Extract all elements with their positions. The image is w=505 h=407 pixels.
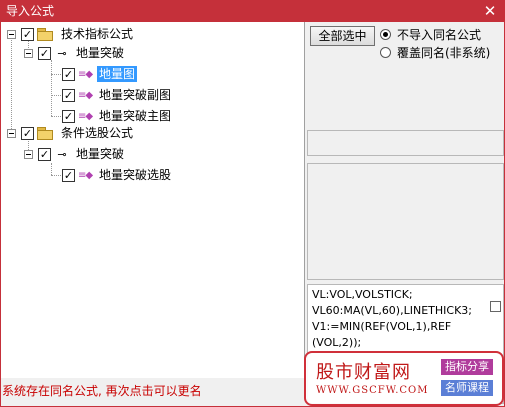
dialog-client-area: ✓ 技术指标公式 ✓ ⊸ 地量突破 ✓ ≡◆ 地量图 ✓ ≡◆ 地量突破副图 ✓… [1,22,504,406]
tree-node-label: 地量突破选股 [99,168,172,182]
collapse-toggle-icon[interactable] [7,29,16,39]
watermark-tag: 名师课程 [441,380,493,396]
code-line: V1:=MIN(REF(VOL,1),REF [312,320,452,333]
formula-icon: ≡◆ [78,68,93,80]
tree-line [51,95,61,96]
tree-node-formula-group[interactable]: ✓ ⊸ 地量突破 [24,145,126,163]
watermark-logo: 股市财富网 WWW.GSCFW.COM 指标分享 名师课程 [304,351,504,406]
key-icon: ⊸ [57,46,67,60]
tree-node-label: 地量突破 [76,46,125,60]
checkbox[interactable]: ✓ [21,126,34,140]
tree-node-formula[interactable]: ✓ ≡◆ 地量突破选股 [62,166,173,184]
tree-line [51,163,52,175]
checkbox[interactable]: ✓ [21,27,34,41]
collapse-toggle-icon[interactable] [24,149,33,159]
formula-description-box[interactable] [307,163,504,280]
radio-unselected-icon[interactable] [380,47,391,58]
code-line: (VOL,2)); [312,336,362,349]
tree-node-label: 地量图 [97,66,138,82]
folder-icon [37,28,53,41]
collapse-toggle-icon[interactable] [7,128,16,138]
window-title: 导入公式 [6,4,55,18]
code-line: VL:VOL,VOLSTICK; [312,288,413,301]
tree-node-label: 地量突破副图 [99,88,172,102]
key-icon: ⊸ [57,147,67,161]
options-panel: 全部选中 不导入同名公式 覆盖同名(非系统) VL:VOL,VOLSTICK; … [306,22,504,406]
tree-node-technical-indicators[interactable]: ✓ 技术指标公式 [7,25,135,43]
checkbox[interactable]: ✓ [62,109,75,123]
radio-label: 不导入同名公式 [397,28,482,42]
tree-node-stock-selection[interactable]: ✓ 条件选股公式 [7,124,135,142]
radio-label: 覆盖同名(非系统) [397,46,491,60]
formula-icon: ≡◆ [78,89,93,101]
formula-icon: ≡◆ [78,169,93,181]
code-line: VL60:MA(VL,60),LINETHICK3; [312,304,472,317]
title-bar: 导入公式 ✕ [0,0,505,22]
tree-node-label: 地量突破主图 [99,109,172,123]
close-icon[interactable]: ✕ [481,2,499,20]
tree-node-formula[interactable]: ✓ ≡◆ 地量突破副图 [62,86,173,104]
status-message: 系统存在同名公式, 再次点击可以更名 [2,384,202,398]
select-all-button[interactable]: 全部选中 [310,26,375,46]
tree-line [11,38,12,133]
checkbox[interactable]: ✓ [38,147,51,161]
formula-icon: ≡◆ [78,110,93,122]
collapse-toggle-icon[interactable] [24,48,33,58]
folder-icon [37,127,53,140]
tree-node-formula[interactable]: ✓ ≡◆ 地量图 [62,65,138,83]
tree-node-label: 技术指标公式 [61,27,134,41]
import-formula-dialog: 导入公式 ✕ ✓ 技术指标公式 ✓ ⊸ 地量突破 ✓ ≡◆ 地量图 ✓ ≡◆ 地… [0,0,505,407]
checkbox[interactable]: ✓ [62,88,75,102]
tree-line [51,74,61,75]
radio-skip-duplicates[interactable]: 不导入同名公式 [380,26,481,43]
checkbox[interactable]: ✓ [38,46,51,60]
tree-node-label: 地量突破 [76,147,125,161]
watermark-url: WWW.GSCFW.COM [316,385,429,396]
formula-name-field[interactable] [307,130,504,156]
formula-tree[interactable]: ✓ 技术指标公式 ✓ ⊸ 地量突破 ✓ ≡◆ 地量图 ✓ ≡◆ 地量突破副图 ✓… [1,22,305,378]
radio-selected-icon[interactable] [380,29,391,40]
watermark-title: 股市财富网 [316,362,411,383]
checkbox[interactable]: ✓ [62,168,75,182]
code-checkbox[interactable] [490,301,501,312]
tree-line [51,175,61,176]
tree-line [51,116,61,117]
tree-node-formula[interactable]: ✓ ≡◆ 地量突破主图 [62,107,173,125]
tree-node-label: 条件选股公式 [61,126,134,140]
tree-node-formula-group[interactable]: ✓ ⊸ 地量突破 [24,44,126,62]
tree-line [51,60,52,116]
watermark-tag: 指标分享 [441,359,493,375]
checkbox[interactable]: ✓ [62,67,75,81]
radio-overwrite-duplicates[interactable]: 覆盖同名(非系统) [380,44,490,61]
